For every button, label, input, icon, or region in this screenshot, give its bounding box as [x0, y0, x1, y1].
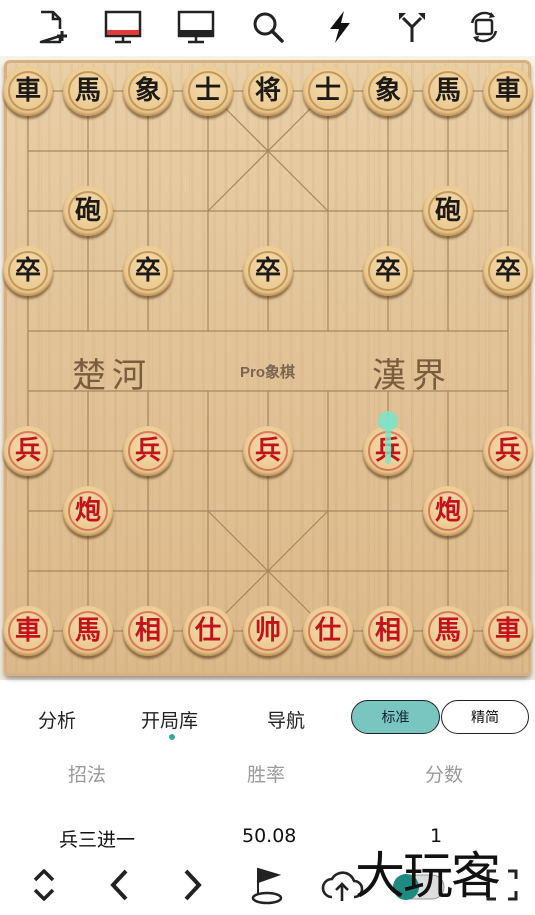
piece-glyph: 相 [134, 616, 161, 646]
piece-glyph: 卒 [134, 256, 161, 286]
red-piece[interactable]: 兵 [123, 426, 173, 476]
black-piece[interactable]: 士 [183, 66, 233, 116]
piece-glyph: 卒 [14, 256, 41, 286]
piece-glyph: 砲 [74, 196, 101, 226]
flag-icon[interactable] [243, 861, 291, 909]
piece-glyph: 兵 [494, 436, 521, 466]
piece-glyph: 車 [494, 76, 521, 106]
active-tab-indicator [169, 734, 175, 740]
piece-glyph: 車 [14, 76, 41, 106]
red-board-monitor-icon[interactable] [99, 4, 147, 50]
river-watermark: Pro象棋 [240, 364, 296, 381]
black-board-monitor-icon[interactable] [172, 4, 220, 50]
search-icon[interactable] [244, 4, 292, 50]
red-piece[interactable]: 車 [3, 606, 53, 656]
black-piece[interactable]: 象 [123, 66, 173, 116]
black-piece[interactable]: 卒 [123, 246, 173, 296]
piece-glyph: 兵 [14, 436, 41, 466]
column-header-score: 分数 [425, 764, 464, 786]
piece-glyph: 炮 [434, 496, 461, 526]
river-label-left: 楚河 [72, 356, 152, 396]
black-piece[interactable]: 砲 [423, 186, 473, 236]
tab-analysis[interactable]: 分析 [38, 706, 76, 733]
black-piece[interactable]: 車 [3, 66, 53, 116]
red-piece[interactable]: 仕 [303, 606, 353, 656]
red-piece[interactable]: 仕 [183, 606, 233, 656]
piece-glyph: 士 [314, 76, 341, 106]
black-piece[interactable]: 馬 [423, 66, 473, 116]
black-piece[interactable]: 卒 [243, 246, 293, 296]
red-piece[interactable]: 馬 [423, 606, 473, 656]
watermark: 大玩客 [355, 847, 501, 905]
new-document-icon[interactable] [27, 4, 75, 50]
tab-opening-book[interactable]: 开局库 [141, 706, 198, 733]
flash-icon[interactable] [316, 4, 364, 50]
piece-glyph: 車 [14, 616, 41, 646]
piece-glyph: 卒 [254, 256, 281, 286]
piece-glyph: 車 [494, 616, 521, 646]
piece-glyph: 仕 [194, 616, 221, 646]
red-piece[interactable]: 馬 [63, 606, 113, 656]
black-piece[interactable]: 馬 [63, 66, 113, 116]
black-piece[interactable]: 卒 [3, 246, 53, 296]
red-piece[interactable]: 炮 [63, 486, 113, 536]
black-piece[interactable]: 車 [483, 66, 533, 116]
piece-glyph: 卒 [374, 256, 401, 286]
red-piece[interactable]: 帅 [243, 606, 293, 656]
river-label-right: 漢界 [372, 356, 452, 396]
black-piece[interactable]: 士 [303, 66, 353, 116]
red-piece[interactable]: 兵 [483, 426, 533, 476]
branch-icon[interactable] [388, 4, 436, 50]
piece-glyph: 馬 [434, 76, 461, 106]
piece-glyph: 馬 [74, 76, 101, 106]
piece-glyph: 兵 [374, 436, 401, 466]
black-piece[interactable]: 将 [243, 66, 293, 116]
red-piece[interactable]: 兵 [363, 426, 413, 476]
black-piece[interactable]: 卒 [483, 246, 533, 296]
piece-glyph: 象 [134, 76, 161, 106]
move-cell: 兵三进一 [59, 829, 136, 851]
red-piece[interactable]: 兵 [3, 426, 53, 476]
piece-glyph: 兵 [254, 436, 281, 466]
mode-standard-button[interactable]: 标准 [351, 700, 440, 734]
mode-compact-button[interactable]: 精简 [441, 700, 529, 734]
piece-glyph: 砲 [434, 196, 461, 226]
chess-board: 楚河 Pro象棋 漢界 車馬象士将士象馬車砲砲卒卒卒卒卒兵兵兵兵兵炮炮車馬相仕帅… [3, 60, 533, 676]
chevron-right-icon[interactable] [169, 861, 217, 909]
piece-glyph: 将 [254, 76, 281, 106]
red-piece[interactable]: 相 [363, 606, 413, 656]
top-toolbar [0, 0, 535, 56]
red-piece[interactable]: 車 [483, 606, 533, 656]
rotate-board-icon[interactable] [460, 4, 508, 50]
piece-glyph: 象 [374, 76, 401, 106]
piece-glyph: 兵 [134, 436, 161, 466]
piece-glyph: 馬 [434, 616, 461, 646]
black-piece[interactable]: 象 [363, 66, 413, 116]
red-piece[interactable]: 相 [123, 606, 173, 656]
piece-glyph: 仕 [314, 616, 341, 646]
piece-glyph: 炮 [74, 496, 101, 526]
piece-glyph: 士 [194, 76, 221, 106]
black-piece[interactable]: 砲 [63, 186, 113, 236]
winrate-cell: 50.08 [242, 825, 297, 847]
piece-glyph: 相 [374, 616, 401, 646]
red-piece[interactable]: 炮 [423, 486, 473, 536]
tab-navigation[interactable]: 导航 [267, 706, 305, 733]
chevron-left-icon[interactable] [95, 861, 143, 909]
column-header-move: 招法 [68, 764, 107, 786]
piece-glyph: 帅 [254, 616, 281, 646]
board-area: 楚河 Pro象棋 漢界 車馬象士将士象馬車砲砲卒卒卒卒卒兵兵兵兵兵炮炮車馬相仕帅… [0, 56, 535, 680]
column-header-winrate: 胜率 [247, 764, 286, 786]
piece-glyph: 卒 [494, 256, 521, 286]
black-piece[interactable]: 卒 [363, 246, 413, 296]
piece-glyph: 馬 [74, 616, 101, 646]
red-piece[interactable]: 兵 [243, 426, 293, 476]
up-down-icon[interactable] [20, 861, 68, 909]
